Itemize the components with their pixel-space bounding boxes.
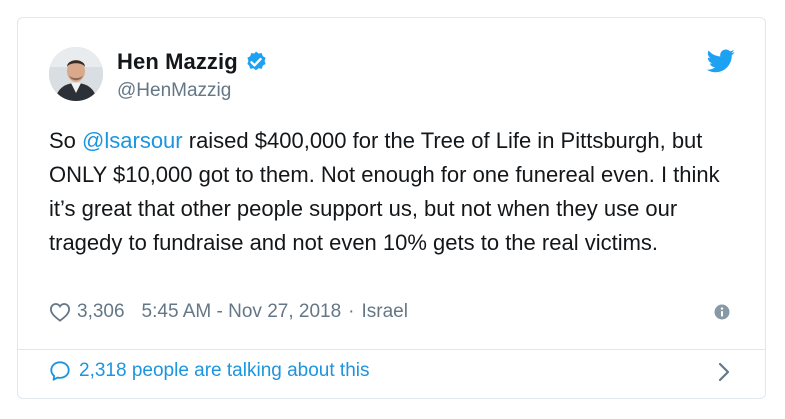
timestamp[interactable]: 5:45 AM - Nov 27, 2018 <box>142 301 342 323</box>
name-row: Hen Mazzig <box>117 49 268 75</box>
conversation-link[interactable]: 2,318 people are talking about this <box>49 360 370 382</box>
display-name[interactable]: Hen Mazzig <box>117 49 238 75</box>
verified-badge-icon <box>247 51 266 71</box>
tweet-text-start: So <box>49 128 83 153</box>
location[interactable]: Israel <box>362 301 408 323</box>
heart-icon[interactable] <box>49 302 71 322</box>
tweet-card[interactable]: Hen Mazzig @HenMazzig So @lsarsour raise… <box>17 17 766 399</box>
info-icon[interactable] <box>714 304 730 320</box>
tweet-meta: 3,306 5:45 AM - Nov 27, 2018 · Israel <box>49 301 408 323</box>
twitter-bird-icon[interactable] <box>707 49 735 73</box>
meta-separator: · <box>348 301 355 322</box>
chevron-right-icon[interactable] <box>717 361 731 383</box>
speech-bubble-icon <box>50 361 70 381</box>
user-handle[interactable]: @HenMazzig <box>117 80 231 102</box>
like-count[interactable]: 3,306 <box>77 301 125 323</box>
conversation-count-text[interactable]: 2,318 people are talking about this <box>79 360 370 382</box>
mention-link[interactable]: @lsarsour <box>82 128 183 153</box>
avatar[interactable] <box>49 47 103 101</box>
profile-photo <box>49 47 103 101</box>
tweet-text: So @lsarsour raised $400,000 for the Tre… <box>49 124 749 260</box>
divider <box>18 349 765 350</box>
